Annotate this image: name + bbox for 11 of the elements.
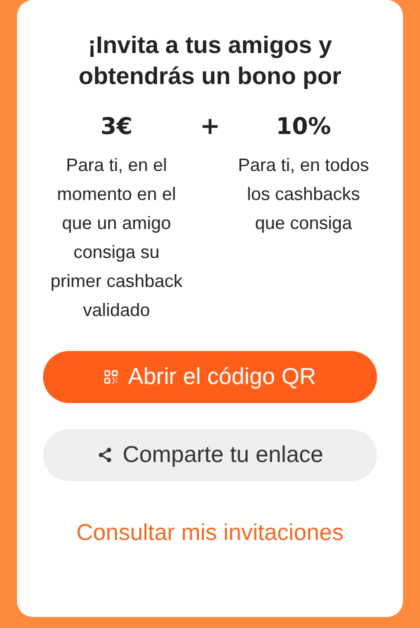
- qr-code-icon: [104, 370, 118, 384]
- share-link-button[interactable]: Comparte tu enlace: [43, 428, 377, 481]
- invite-title: ¡Invita a tus amigos y obtendrás un bono por: [78, 31, 342, 92]
- bonus-amount: 10%: [276, 113, 332, 142]
- bonus-description: Para ti, en el momento en el que un amigo consiga su primer cashback validado: [49, 154, 184, 322]
- open-qr-button[interactable]: Abrir el código QR: [43, 350, 377, 403]
- bonus-amount: 3€: [100, 113, 132, 142]
- share-icon: [96, 446, 113, 463]
- bonus-description: Para ti, en todos los cashbacks que consiga: [236, 154, 370, 235]
- plus-sign: +: [198, 111, 222, 142]
- invitations-link[interactable]: Consultar mis invitaciones: [76, 518, 344, 546]
